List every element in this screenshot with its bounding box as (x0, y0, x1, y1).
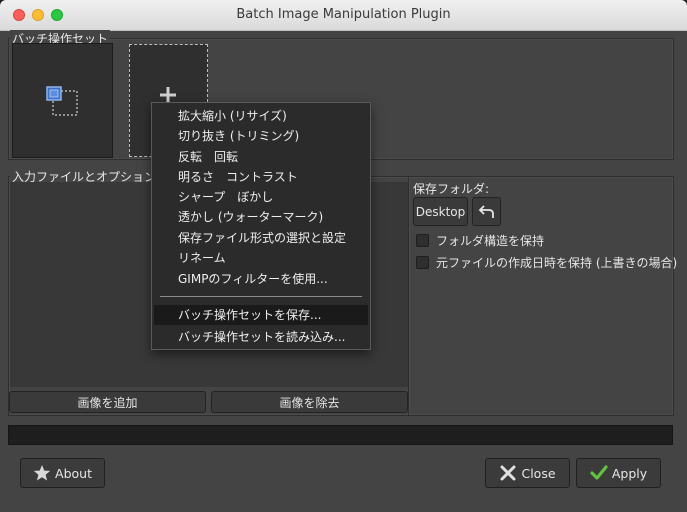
star-icon (33, 464, 51, 482)
menu-item-change-format[interactable]: 保存ファイル形式の選択と設定 (152, 228, 370, 248)
reset-folder-button[interactable] (472, 197, 501, 226)
menu-separator (160, 296, 362, 297)
keep-folder-structure-label: フォルダ構造を保持 (436, 234, 545, 248)
keep-dates-label: 元ファイルの作成日時を保持 (上書きの場合) (436, 256, 678, 270)
folder-select-button[interactable]: Desktop (413, 197, 468, 226)
add-images-button[interactable]: 画像を追加 (9, 391, 206, 413)
menu-item-watermark[interactable]: 透かし (ウォーターマーク) (152, 207, 370, 227)
progress-bar (8, 425, 673, 445)
title-bar: Batch Image Manipulation Plugin (0, 0, 687, 31)
keep-folder-structure-option[interactable]: フォルダ構造を保持 (416, 232, 544, 249)
keep-folder-structure-checkbox[interactable] (416, 234, 429, 247)
menu-item-sharpen-blur[interactable]: シャープ ぼかし (152, 187, 370, 207)
menu-item-rename[interactable]: リネーム (152, 248, 370, 268)
main-window: Batch Image Manipulation Plugin バッチ操作セット… (0, 0, 687, 512)
menu-item-gimp-filter[interactable]: GIMPのフィルターを使用... (152, 269, 370, 289)
close-button[interactable]: Close (485, 458, 570, 488)
menu-item-load-set[interactable]: バッチ操作セットを読み込み... (152, 327, 370, 347)
remove-images-button[interactable]: 画像を除去 (211, 391, 408, 413)
about-label: About (55, 465, 92, 481)
keep-dates-checkbox[interactable] (416, 256, 429, 269)
menu-item-brightness-contrast[interactable]: 明るさ コントラスト (152, 167, 370, 187)
save-folder-label: 保存フォルダ: (413, 182, 490, 196)
add-operation-menu: 拡大縮小 (リサイズ) 切り抜き (トリミング) 反転 回転 明るさ コントラス… (151, 102, 371, 350)
menu-item-crop[interactable]: 切り抜き (トリミング) (152, 126, 370, 146)
menu-item-flip-rotate[interactable]: 反転 回転 (152, 147, 370, 167)
keep-dates-option[interactable]: 元ファイルの作成日時を保持 (上書きの場合) (416, 254, 677, 271)
resize-operation-tile[interactable] (12, 43, 113, 158)
checkmark-icon (590, 464, 608, 482)
menu-item-resize[interactable]: 拡大縮小 (リサイズ) (152, 106, 370, 126)
window-title: Batch Image Manipulation Plugin (236, 7, 451, 22)
x-icon (499, 464, 517, 482)
apply-button[interactable]: Apply (576, 458, 661, 488)
apply-label: Apply (611, 465, 648, 481)
close-label: Close (521, 465, 556, 481)
menu-item-save-set[interactable]: バッチ操作セットを保存... (154, 305, 368, 325)
undo-arrow-icon (478, 204, 494, 218)
resize-icon (46, 86, 78, 116)
about-button[interactable]: About (20, 458, 105, 488)
